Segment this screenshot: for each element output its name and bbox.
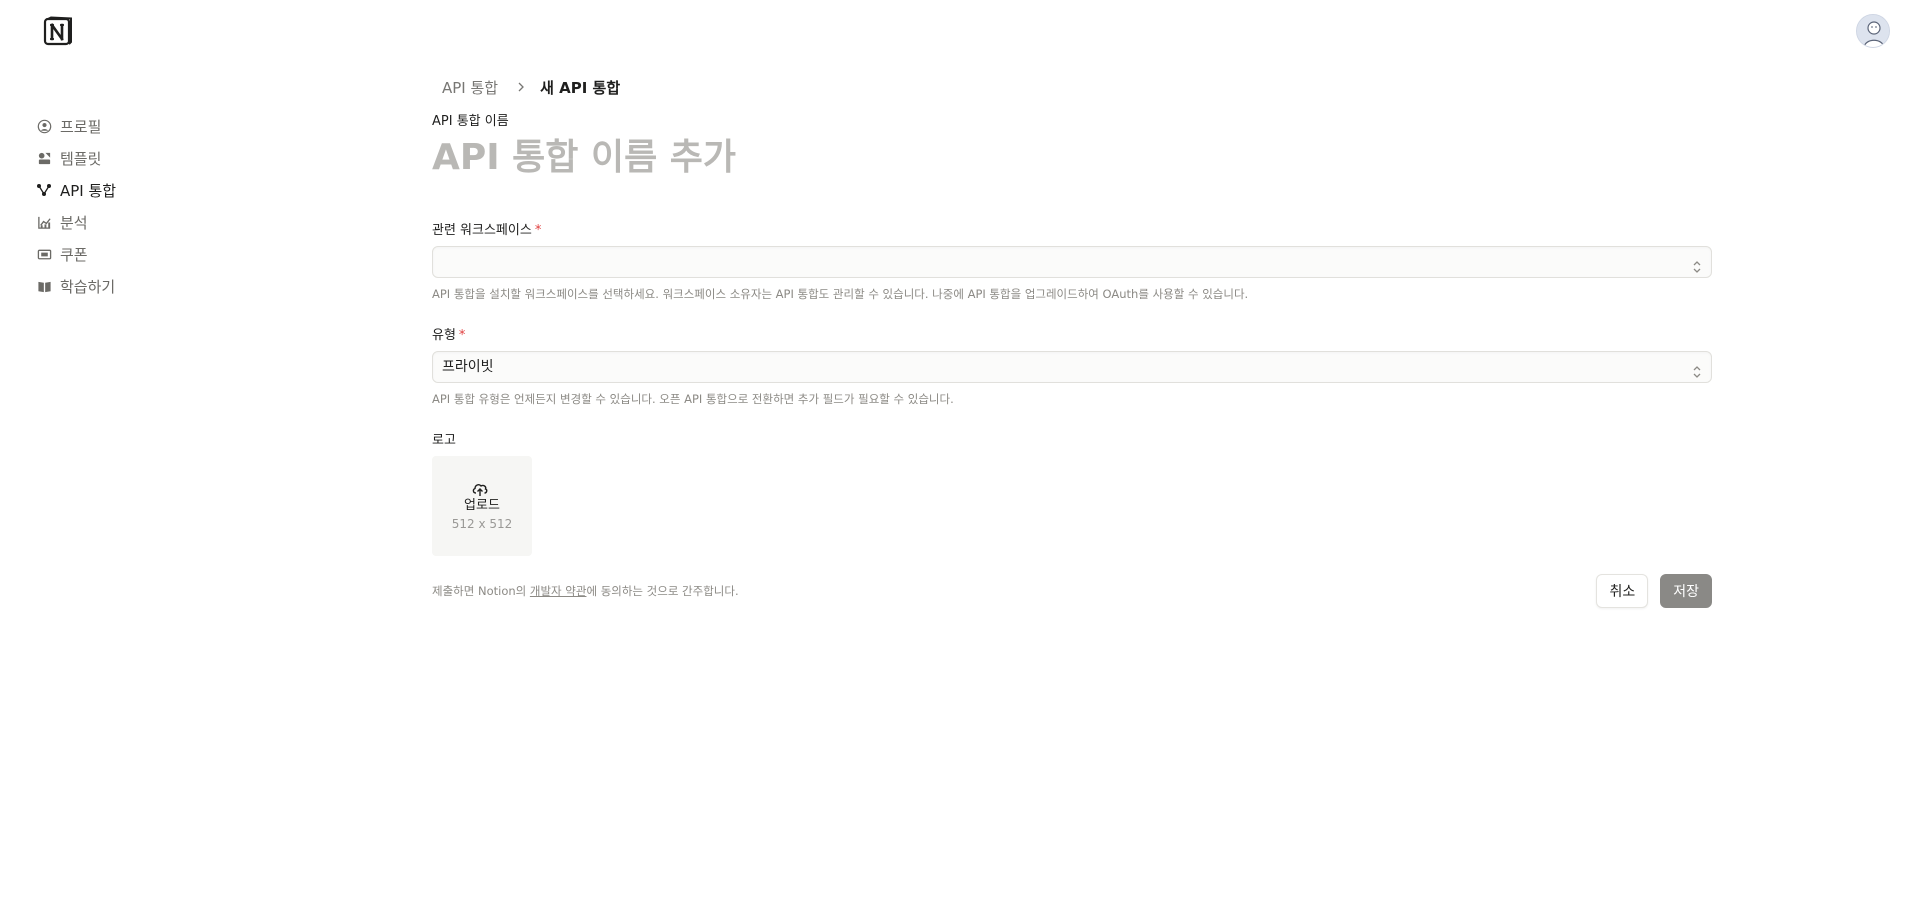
- type-label: 유형 *: [432, 324, 1712, 343]
- breadcrumb-parent-link[interactable]: API 통합: [436, 75, 504, 100]
- terms-suffix: 에 동의하는 것으로 간주합니다.: [586, 584, 739, 598]
- save-button[interactable]: 저장: [1660, 574, 1712, 608]
- type-select-value: 프라이빗: [442, 359, 494, 375]
- upload-size-hint: 512 x 512: [451, 517, 513, 531]
- chevron-up-down-icon: [1691, 360, 1703, 378]
- type-hint: API 통합 유형은 언제든지 변경할 수 있습니다. 오픈 API 통합으로 …: [432, 392, 954, 406]
- logo-upload-button[interactable]: 업로드 512 x 512: [432, 456, 532, 556]
- shapes-icon: [36, 150, 52, 166]
- cancel-button[interactable]: 취소: [1596, 574, 1649, 608]
- workspace-select[interactable]: [432, 246, 1712, 278]
- notion-logo-icon[interactable]: [42, 16, 74, 48]
- breadcrumb: API 통합 새 API 통합: [436, 74, 1712, 100]
- profile-icon: [36, 118, 52, 134]
- sidebar-item-label: 분석: [60, 213, 88, 232]
- logo-label: 로고: [432, 433, 456, 448]
- type-label-text: 유형: [432, 328, 456, 343]
- sidebar-item-analytics[interactable]: 분석: [36, 206, 236, 238]
- sidebar-item-label: API 통합: [60, 181, 117, 200]
- cloud-upload-icon: [471, 480, 489, 498]
- sidebar-item-profile[interactable]: 프로필: [36, 110, 236, 142]
- integration-name-input[interactable]: [432, 133, 1712, 181]
- type-select[interactable]: 프라이빗: [432, 351, 1712, 383]
- analytics-icon: [36, 214, 52, 230]
- workspace-label-text: 관련 워크스페이스: [432, 223, 532, 238]
- terms-prefix: 제출하면 Notion의: [432, 584, 530, 598]
- sidebar-item-templates[interactable]: 템플릿: [36, 142, 236, 174]
- chevron-up-down-icon: [1691, 255, 1703, 273]
- sidebar-item-label: 학습하기: [60, 277, 116, 296]
- sidebar: 프로필 템플릿 API 통합 분석 쿠폰 학습하기: [36, 110, 236, 302]
- sidebar-item-coupons[interactable]: 쿠폰: [36, 238, 236, 270]
- required-mark: *: [534, 223, 542, 238]
- sidebar-item-learn[interactable]: 학습하기: [36, 270, 236, 302]
- developer-terms-link[interactable]: 개발자 약관: [530, 584, 587, 598]
- ticket-icon: [36, 246, 52, 262]
- chevron-right-icon: [514, 80, 528, 94]
- breadcrumb-current: 새 API 통합: [540, 78, 621, 97]
- terms-notice: 제출하면 Notion의 개발자 약관에 동의하는 것으로 간주합니다.: [432, 583, 739, 599]
- sidebar-item-api-integrations[interactable]: API 통합: [36, 174, 236, 206]
- main-content: API 통합 새 API 통합 API 통합 이름 관련 워크스페이스* API…: [432, 74, 1712, 608]
- user-avatar-icon[interactable]: [1856, 14, 1890, 48]
- form-footer: 제출하면 Notion의 개발자 약관에 동의하는 것으로 간주합니다. 취소 …: [432, 574, 1712, 608]
- form-actions: 취소 저장: [1596, 574, 1712, 608]
- upload-label: 업로드: [464, 498, 500, 513]
- required-mark: *: [458, 328, 466, 343]
- workspace-label: 관련 워크스페이스 *: [432, 219, 1712, 238]
- sidebar-item-label: 쿠폰: [60, 245, 88, 264]
- sidebar-item-label: 프로필: [60, 117, 102, 136]
- integration-name-label: API 통합 이름: [432, 114, 509, 129]
- book-icon: [36, 278, 52, 294]
- nodes-icon: [36, 182, 52, 198]
- sidebar-item-label: 템플릿: [60, 149, 102, 168]
- workspace-hint: API 통합을 설치할 워크스페이스를 선택하세요. 워크스페이스 소유자는 A…: [432, 287, 1249, 301]
